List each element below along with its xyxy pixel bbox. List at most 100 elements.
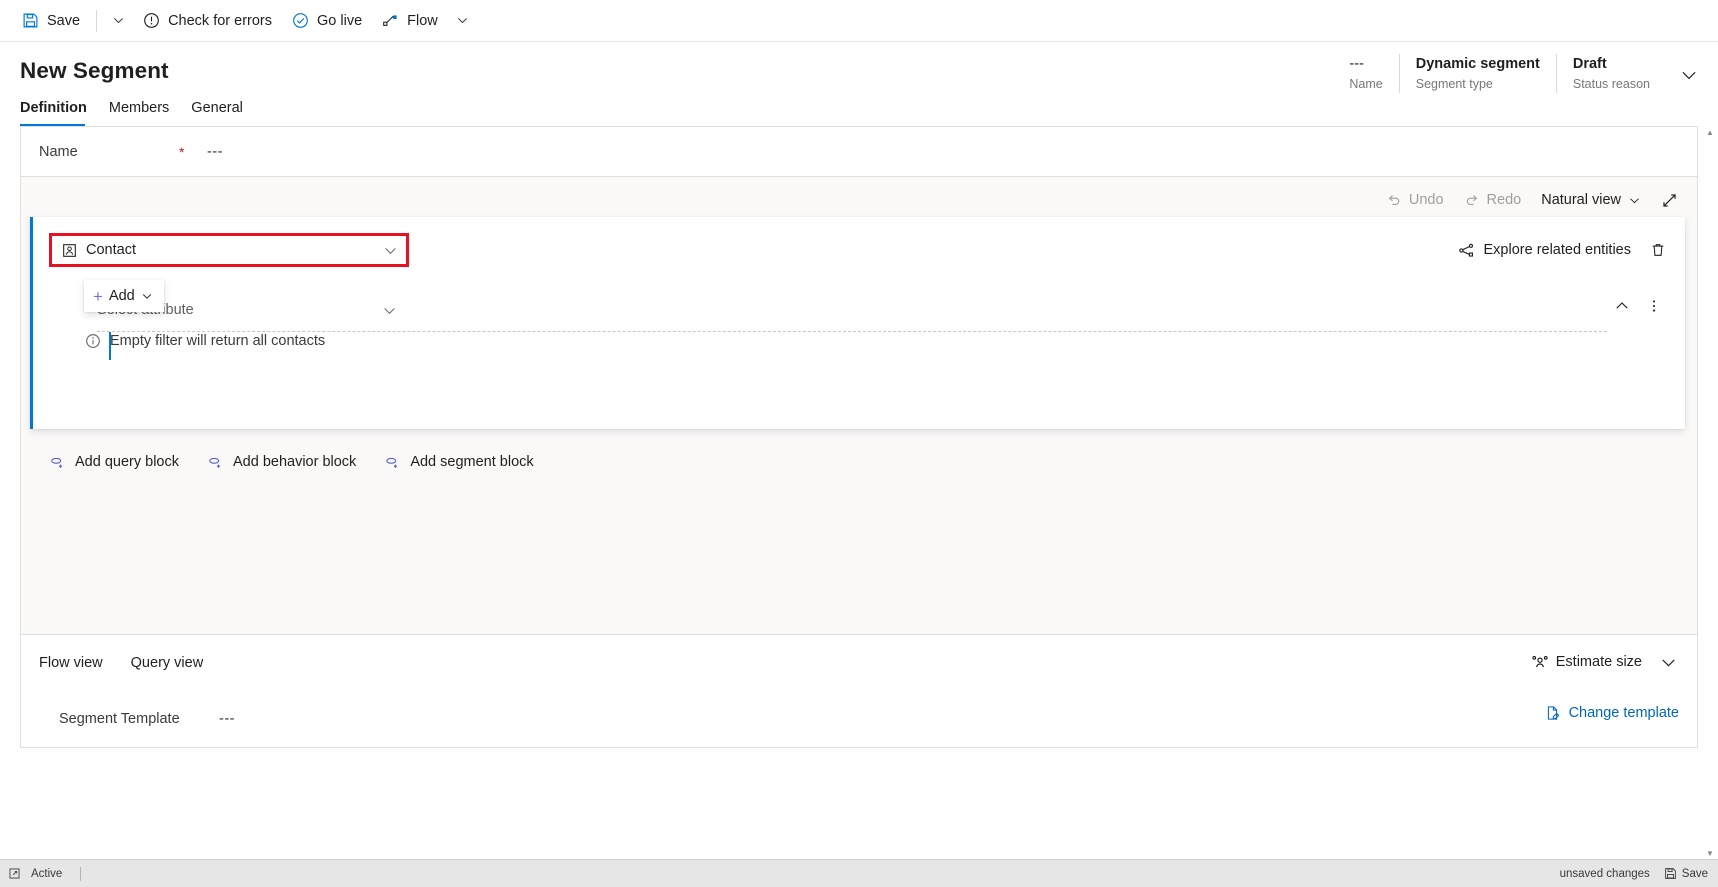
view-tab-row: Flow view Query view Estimate size (21, 635, 1697, 691)
exclamation-circle-icon (143, 12, 160, 29)
card-footer: Flow view Query view Estimate size Segme… (21, 634, 1697, 747)
trash-icon (1650, 242, 1666, 258)
people-icon (1531, 653, 1549, 671)
command-bar: Save Check for errors Go live Flow (0, 0, 1718, 42)
tab-query-view-label: Query view (130, 655, 204, 671)
change-template-button[interactable]: Change template (1545, 705, 1679, 721)
edit-page-icon (1545, 705, 1561, 721)
header-field-name: --- Name (1333, 54, 1398, 93)
change-template-label: Change template (1568, 705, 1679, 721)
entity-select-value: Contact (86, 242, 136, 258)
save-disk-icon (1664, 867, 1677, 880)
segment-template-value: --- (219, 711, 235, 727)
header-field-segment-type: Dynamic segment Segment type (1398, 54, 1556, 93)
delete-block-button[interactable] (1643, 235, 1673, 265)
undo-arrow-icon (1386, 192, 1402, 208)
undo-label: Undo (1408, 192, 1444, 208)
header-summary: --- Name Dynamic segment Segment type Dr… (1333, 54, 1698, 102)
share-nodes-icon (1458, 242, 1475, 259)
segment-template-label: Segment Template (59, 711, 180, 727)
check-circle-icon (292, 12, 309, 29)
save-label: Save (47, 12, 81, 29)
scroll-up-arrow-icon[interactable]: ▲ (1704, 126, 1716, 138)
header-field-name-label: Name (1349, 77, 1383, 91)
empty-filter-info: Empty filter will return all contacts (85, 333, 325, 349)
attribute-row: Select attribute (33, 295, 1685, 360)
chevron-down-icon (141, 290, 153, 302)
header-expand-button[interactable] (1666, 54, 1698, 96)
empty-filter-info-text: Empty filter will return all contacts (110, 333, 326, 349)
add-segment-block-label: Add segment block (410, 454, 534, 470)
add-behavior-block-button[interactable]: Add behavior block (207, 449, 356, 475)
add-segment-block-button[interactable]: Add segment block (384, 449, 534, 475)
redo-label: Redo (1486, 192, 1522, 208)
status-bar-left: Active (8, 866, 82, 881)
add-query-block-button[interactable]: Add query block (49, 449, 179, 475)
collapse-attribute-button[interactable] (1607, 291, 1637, 321)
estimate-size-caret[interactable] (1653, 647, 1683, 677)
go-live-label: Go live (317, 12, 363, 29)
attribute-divider (97, 331, 1607, 332)
status-bar-right: unsaved changes Save (1560, 867, 1708, 880)
required-asterisk: * (179, 143, 185, 160)
block-link-bar: Add query block Add behavior block Add s… (49, 449, 534, 475)
contact-entity-icon (62, 243, 77, 258)
flow-options-caret[interactable] (448, 5, 478, 37)
save-options-caret[interactable] (103, 5, 133, 37)
tab-flow-view[interactable]: Flow view (39, 655, 103, 671)
vertical-scrollbar[interactable]: ▲ ▼ (1704, 126, 1716, 859)
explore-related-entities-label: Explore related entities (1483, 242, 1632, 258)
chevron-down-icon (1628, 194, 1641, 207)
status-save-button[interactable]: Save (1664, 867, 1708, 880)
add-behavior-block-label: Add behavior block (232, 454, 357, 470)
add-query-block-label: Add query block (75, 454, 179, 470)
scroll-down-arrow-icon[interactable]: ▼ (1704, 847, 1716, 859)
entity-row: Contact Explore related entities (33, 233, 1685, 271)
tab-members[interactable]: Members (109, 94, 179, 126)
go-live-button[interactable]: Go live (282, 5, 372, 37)
chevron-down-icon (1680, 66, 1698, 84)
header-field-segment-type-value: Dynamic segment (1415, 56, 1540, 72)
attribute-more-button[interactable] (1639, 291, 1669, 321)
status-state-label: Active (31, 867, 63, 880)
popout-icon[interactable] (8, 867, 21, 880)
tab-general[interactable]: General (191, 94, 253, 126)
chevron-down-icon (383, 243, 398, 258)
undo-button[interactable]: Undo (1377, 185, 1453, 215)
query-block: Contact Explore related entities attribu… (30, 217, 1685, 429)
segment-canvas: Undo Redo Natural view Contact Explore r… (21, 177, 1697, 634)
add-condition-button[interactable]: + Add (84, 280, 164, 312)
tab-general-label: General (191, 100, 243, 116)
canvas-toolbar: Undo Redo Natural view (1377, 185, 1687, 215)
explore-related-entities-button[interactable]: Explore related entities (1450, 235, 1640, 265)
tab-definition[interactable]: Definition (20, 94, 97, 126)
estimate-size-button[interactable]: Estimate size (1522, 647, 1651, 677)
plus-icon: + (93, 286, 103, 306)
expand-canvas-button[interactable] (1652, 185, 1687, 215)
add-block-icon (384, 454, 401, 471)
add-block-icon (207, 454, 224, 471)
tab-query-view[interactable]: Query view (131, 655, 204, 671)
header-field-status-reason-value: Draft (1572, 56, 1607, 72)
name-field-value[interactable]: --- (207, 144, 223, 160)
info-circle-icon (85, 333, 101, 349)
add-condition-label: Add (108, 288, 135, 304)
chevron-down-icon (1660, 654, 1677, 671)
more-vertical-icon (1646, 298, 1662, 314)
redo-button[interactable]: Redo (1455, 185, 1531, 215)
save-button[interactable]: Save (12, 5, 90, 37)
check-for-errors-button[interactable]: Check for errors (133, 5, 282, 37)
view-mode-selector[interactable]: Natural view (1532, 185, 1650, 215)
page-header: New Segment --- Name Dynamic segment Seg… (0, 42, 1718, 126)
chevron-down-icon (112, 14, 125, 27)
flow-label: Flow (407, 12, 438, 29)
app-window: Save Check for errors Go live Flow New S… (0, 0, 1718, 887)
status-bar: Active unsaved changes Save (0, 859, 1718, 887)
flow-button[interactable]: Flow (372, 5, 448, 37)
segment-template-row: Segment Template --- Change template (21, 691, 1697, 747)
entity-select[interactable]: Contact (49, 233, 409, 267)
attribute-actions (1607, 291, 1669, 321)
header-field-status-reason: Draft Status reason (1555, 54, 1666, 93)
tab-members-label: Members (108, 100, 170, 116)
estimate-size-label: Estimate size (1555, 654, 1642, 670)
